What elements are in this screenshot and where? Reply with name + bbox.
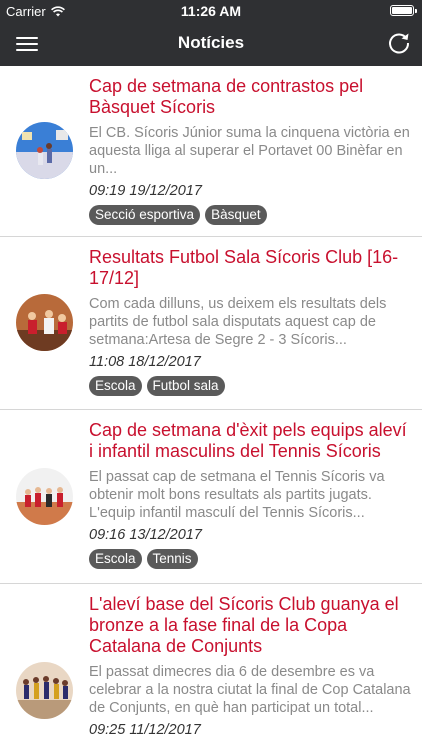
news-body: L'aleví base del Sícoris Club guanya el … [89, 594, 412, 738]
news-title[interactable]: L'aleví base del Sícoris Club guanya el … [89, 594, 412, 657]
navigation-bar: Notícies [0, 22, 422, 66]
news-date: 09:25 11/12/2017 [89, 722, 201, 738]
news-title[interactable]: Cap de setmana d'èxit pels equips aleví … [89, 420, 412, 462]
news-list: Cap de setmana de contrastos pel Bàsquet… [0, 66, 422, 750]
battery-icon [390, 5, 417, 16]
tag-badge[interactable]: Escola [89, 376, 142, 396]
news-date: 09:16 13/12/2017 [89, 527, 202, 543]
status-time: 11:26 AM [180, 3, 242, 19]
news-thumbnail-tennis [16, 468, 73, 525]
news-body: Cap de setmana d'èxit pels equips aleví … [89, 420, 412, 569]
news-item[interactable]: Cap de setmana d'èxit pels equips aleví … [0, 410, 422, 584]
news-tags: Escola Tennis [89, 549, 412, 569]
news-excerpt: El passat dimecres dia 6 de desembre es … [89, 664, 411, 716]
news-date: 11:08 18/12/2017 [89, 354, 201, 370]
news-item[interactable]: L'aleví base del Sícoris Club guanya el … [0, 584, 422, 750]
news-excerpt: El passat cap de setmana el Tennis Sícor… [89, 469, 385, 521]
news-excerpt: Com cada dilluns, us deixem els resultat… [89, 296, 387, 348]
tag-badge[interactable]: Bàsquet [205, 205, 267, 225]
news-title[interactable]: Cap de setmana de contrastos pel Bàsquet… [89, 76, 412, 118]
news-thumbnail-gymnastics [16, 662, 73, 719]
page-title: Notícies [177, 33, 245, 52]
news-excerpt: El CB. Sícoris Júnior suma la cinquena v… [89, 125, 410, 177]
news-title[interactable]: Resultats Futbol Sala Sícoris Club [16-1… [89, 247, 412, 289]
news-thumbnail-basketball [16, 122, 73, 179]
news-date: 09:19 19/12/2017 [89, 183, 202, 199]
tag-badge[interactable]: Escola [89, 549, 142, 569]
top-bar: Carrier 11:26 AM Notícies [0, 0, 422, 66]
news-item[interactable]: Resultats Futbol Sala Sícoris Club [16-1… [0, 237, 422, 410]
tag-badge[interactable]: Tennis [146, 549, 198, 569]
tag-badge[interactable]: Futbol sala [146, 376, 225, 396]
status-bar: Carrier 11:26 AM [0, 0, 422, 22]
news-item[interactable]: Cap de setmana de contrastos pel Bàsquet… [0, 66, 422, 237]
refresh-icon[interactable] [386, 30, 412, 56]
news-tags: Escola Futbol sala [89, 376, 412, 396]
news-body: Cap de setmana de contrastos pel Bàsquet… [89, 76, 412, 225]
tag-badge[interactable]: Secció esportiva [89, 205, 201, 225]
news-thumbnail-futsal [16, 294, 73, 351]
news-tags: Secció esportiva Bàsquet [89, 205, 412, 225]
news-body: Resultats Futbol Sala Sícoris Club [16-1… [89, 247, 412, 396]
